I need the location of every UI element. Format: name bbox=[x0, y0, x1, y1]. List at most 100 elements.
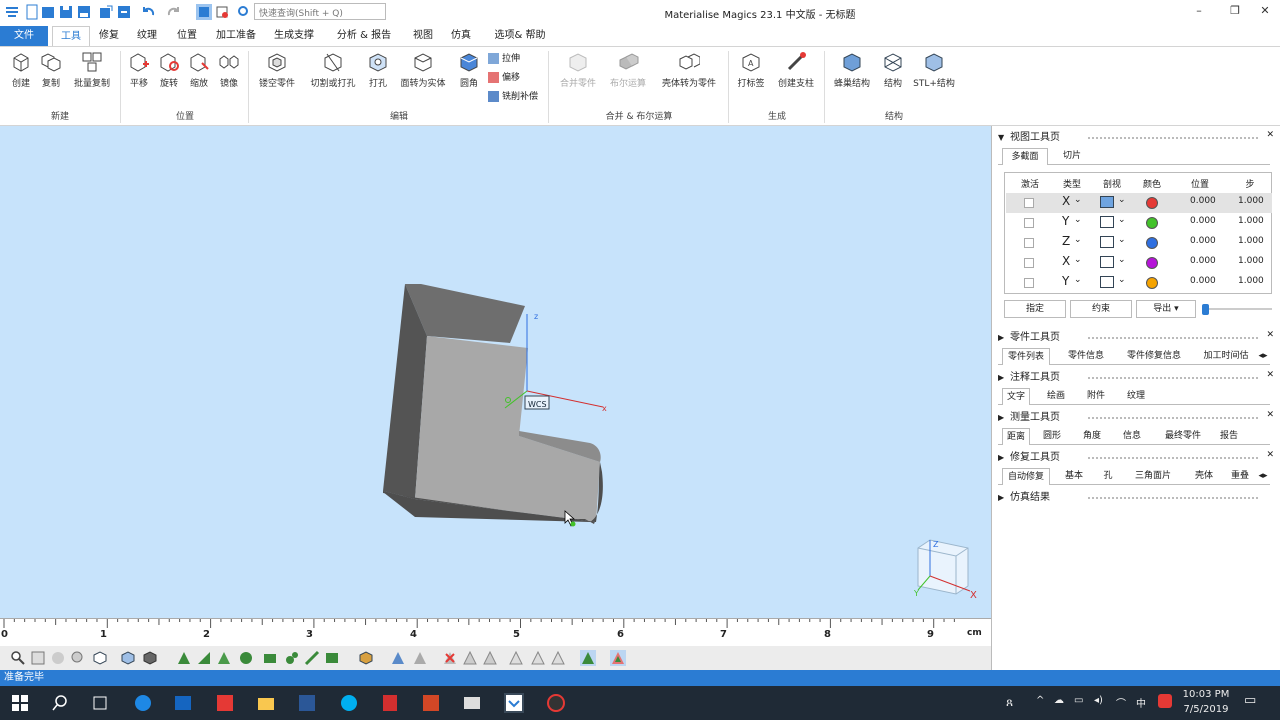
section-view-icon[interactable] bbox=[1100, 276, 1114, 288]
tab-scroll-icon[interactable]: ◂▸ bbox=[1256, 348, 1270, 365]
zoom-window-icon[interactable] bbox=[30, 650, 46, 666]
active-checkbox[interactable] bbox=[1024, 278, 1034, 288]
tab-scroll-icon[interactable]: ◂▸ bbox=[1256, 468, 1270, 485]
section-chevron-icon[interactable]: ⌄ bbox=[1118, 255, 1126, 265]
ime-indicator[interactable]: 中 bbox=[1136, 695, 1146, 710]
slider-thumb[interactable] bbox=[1202, 304, 1209, 315]
section-view-icon[interactable] bbox=[1100, 196, 1114, 208]
onedrive-icon[interactable]: ☁ bbox=[1054, 695, 1064, 706]
scale-button[interactable]: 缩放 bbox=[186, 51, 212, 89]
export-dropdown[interactable]: 导出 ▾ bbox=[1136, 300, 1196, 318]
view-iso-icon[interactable] bbox=[92, 650, 108, 666]
mesh-tool-a-icon[interactable] bbox=[462, 650, 478, 666]
network-icon[interactable]: ▭ bbox=[1074, 695, 1083, 706]
type-dropdown[interactable]: X bbox=[1062, 254, 1070, 268]
section-view-icon[interactable] bbox=[1100, 256, 1114, 268]
section-chevron-icon[interactable]: ⌄ bbox=[1118, 235, 1126, 245]
3d-viewport[interactable]: WCS z x Z X Y bbox=[0, 126, 991, 618]
offset-button[interactable]: 偏移 bbox=[488, 70, 520, 86]
section-view-icon[interactable] bbox=[1100, 216, 1114, 228]
volume-icon[interactable]: ◂) bbox=[1094, 695, 1103, 706]
position-value[interactable]: 0.000 bbox=[1190, 276, 1216, 286]
tab-part-info[interactable]: 零件信息 bbox=[1062, 348, 1110, 365]
mark-plane-icon[interactable] bbox=[262, 650, 278, 666]
pan-icon[interactable] bbox=[50, 650, 66, 666]
triangle-mesh-icon[interactable] bbox=[390, 650, 406, 666]
constraint-button[interactable]: 约束 bbox=[1070, 300, 1132, 318]
type-dropdown[interactable]: Z bbox=[1062, 234, 1070, 248]
color-swatch[interactable] bbox=[1146, 217, 1158, 229]
tab-draw[interactable]: 绘画 bbox=[1042, 388, 1070, 405]
position-value[interactable]: 0.000 bbox=[1190, 256, 1216, 266]
mesh-tool-g-icon[interactable] bbox=[610, 650, 626, 666]
type-chevron-icon[interactable]: ⌄ bbox=[1074, 235, 1082, 245]
quick-search-input[interactable]: 快速查询(Shift + Q) bbox=[254, 3, 386, 20]
merge-parts-button[interactable]: 合并零件 bbox=[556, 51, 600, 89]
step-value[interactable]: 1.000 bbox=[1238, 196, 1264, 206]
sim-results-header[interactable]: ▶ 仿真结果 bbox=[998, 490, 1258, 506]
view-pages-header[interactable]: ▼ 视图工具页 bbox=[998, 130, 1258, 146]
panel-close-icon[interactable]: ✕ bbox=[1266, 410, 1274, 420]
mark-line-icon[interactable] bbox=[304, 650, 320, 666]
create-support-button[interactable]: 创建支柱 bbox=[774, 51, 818, 89]
type-chevron-icon[interactable]: ⌄ bbox=[1074, 275, 1082, 285]
skype-icon[interactable] bbox=[339, 693, 359, 713]
redo-icon[interactable] bbox=[166, 4, 182, 20]
step-value[interactable]: 1.000 bbox=[1238, 236, 1264, 246]
tab-attach[interactable]: 附件 bbox=[1082, 388, 1110, 405]
hollow-part-button[interactable]: 镂空零件 bbox=[254, 51, 300, 89]
mark-shell-icon[interactable] bbox=[216, 650, 232, 666]
open-file-icon[interactable] bbox=[40, 4, 56, 20]
tab-holes[interactable]: 孔 bbox=[1100, 468, 1116, 485]
tab-text[interactable]: 文字 bbox=[1002, 388, 1030, 405]
mark-contour-icon[interactable] bbox=[284, 650, 300, 666]
tab-distance[interactable]: 距离 bbox=[1002, 428, 1030, 445]
powerpoint-icon[interactable] bbox=[421, 693, 441, 713]
shading-icon[interactable] bbox=[142, 650, 158, 666]
tab-report[interactable]: 报告 bbox=[1214, 428, 1244, 445]
mesh-tool-c-icon[interactable] bbox=[508, 650, 524, 666]
tab-texture-annot[interactable]: 纹理 bbox=[1122, 388, 1150, 405]
mesh-tool-e-icon[interactable] bbox=[550, 650, 566, 666]
mesh-edit-icon[interactable] bbox=[412, 650, 428, 666]
tab-tools[interactable]: 工具 bbox=[52, 26, 90, 46]
type-chevron-icon[interactable]: ⌄ bbox=[1074, 215, 1082, 225]
mark-box-icon[interactable] bbox=[324, 650, 340, 666]
maximize-button[interactable]: ❐ bbox=[1220, 4, 1250, 20]
section-chevron-icon[interactable]: ⌄ bbox=[1118, 195, 1126, 205]
tab-support[interactable]: 生成支撑 bbox=[270, 26, 318, 46]
magics-taskbar-icon[interactable] bbox=[504, 693, 524, 713]
label-button[interactable]: A 打标签 bbox=[734, 51, 768, 89]
type-chevron-icon[interactable]: ⌄ bbox=[1074, 195, 1082, 205]
extrude-button[interactable]: 拉伸 bbox=[488, 51, 520, 67]
tab-build-time[interactable]: 加工时间估 bbox=[1200, 348, 1252, 365]
zoom-fit-icon[interactable] bbox=[70, 650, 86, 666]
tab-final-part[interactable]: 最终零件 bbox=[1158, 428, 1208, 445]
edge-icon[interactable] bbox=[133, 693, 153, 713]
clock-date[interactable]: 7/5/2019 bbox=[1180, 704, 1232, 715]
panel-close-icon[interactable]: ✕ bbox=[1266, 450, 1274, 460]
position-value[interactable]: 0.000 bbox=[1190, 236, 1216, 246]
tab-info[interactable]: 信息 bbox=[1118, 428, 1146, 445]
panel-close-icon[interactable]: ✕ bbox=[1266, 330, 1274, 340]
color-swatch[interactable] bbox=[1146, 257, 1158, 269]
tab-auto-fix[interactable]: 自动修复 bbox=[1002, 468, 1050, 485]
tab-part-list[interactable]: 零件列表 bbox=[1002, 348, 1050, 365]
stl-structure-button[interactable]: STL+结构 bbox=[910, 51, 958, 89]
outlook-icon[interactable] bbox=[173, 693, 193, 713]
mesh-tool-f-icon[interactable] bbox=[580, 650, 596, 666]
translate-button[interactable]: 平移 bbox=[126, 51, 152, 89]
honeycomb-button[interactable]: 蜂巢结构 bbox=[830, 51, 874, 89]
save-icon[interactable] bbox=[58, 4, 74, 20]
mesh-tool-d-icon[interactable] bbox=[530, 650, 546, 666]
color-swatch[interactable] bbox=[1146, 277, 1158, 289]
type-chevron-icon[interactable]: ⌄ bbox=[1074, 255, 1082, 265]
tab-slice[interactable]: 切片 bbox=[1050, 148, 1094, 165]
table-row[interactable]: Z ⌄ ⌄ 0.000 1.000 bbox=[1006, 233, 1272, 253]
tray-chevron-icon[interactable]: ^ bbox=[1036, 695, 1044, 706]
tab-fix[interactable]: 修复 bbox=[94, 26, 124, 46]
zoom-icon[interactable] bbox=[10, 650, 26, 666]
app-window-icon[interactable] bbox=[462, 693, 482, 713]
measure-pages-header[interactable]: ▶ 测量工具页 bbox=[998, 410, 1258, 426]
clock-time[interactable]: 10:03 PM bbox=[1180, 689, 1232, 700]
